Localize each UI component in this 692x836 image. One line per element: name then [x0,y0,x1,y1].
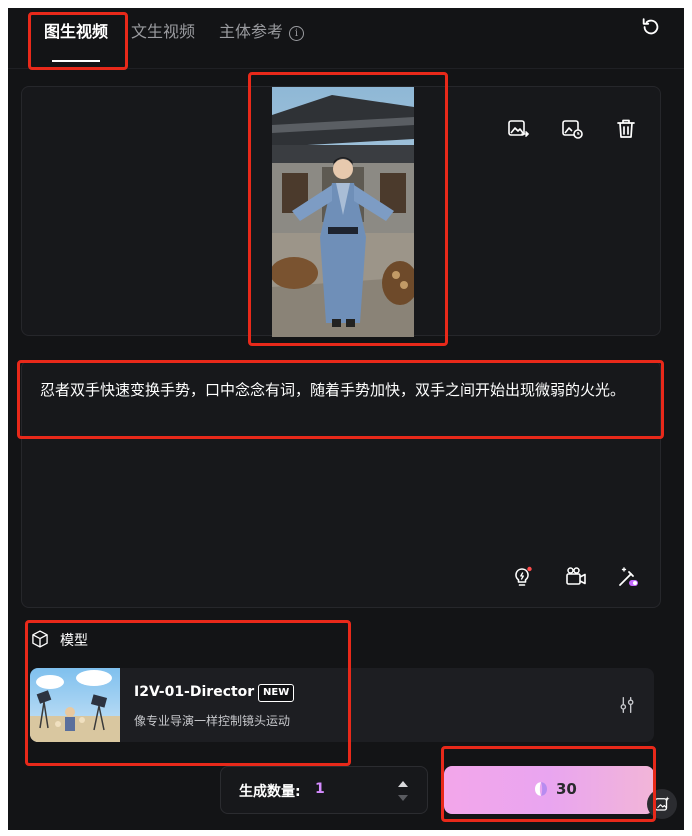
refresh-icon[interactable] [640,16,662,38]
image-upload-card[interactable] [21,86,661,337]
stepper-up-arrow-icon [398,781,408,787]
image-clock-icon[interactable] [560,117,584,141]
tab-subject-reference[interactable]: 主体参考 i [219,18,305,42]
model-selector-card[interactable]: I2V-01-Director NEW 像专业导演一样控制镜头运动 [30,668,654,742]
generation-count-value: 1 [315,781,325,797]
lightbulb-icon[interactable] [510,565,534,589]
model-description: 像专业导演一样控制镜头运动 [134,714,291,728]
tab-subject-reference-label: 主体参考 [219,22,284,41]
tab-text-to-video[interactable]: 文生视频 [131,18,195,42]
tab-image-to-video[interactable]: 图生视频 [44,18,108,42]
image-sparkle-icon [654,796,670,811]
prompt-textarea[interactable]: 忍者双手快速变换手势，口中念念有词，随着手势加快，双手之间开始出现微弱的火光。 [40,375,650,406]
camera-movement-icon[interactable] [564,565,588,589]
stepper-down-arrow-icon [398,795,408,801]
generate-cost: 30 [556,780,577,798]
floating-assistant-button[interactable] [647,789,677,819]
mode-tabs: 图生视频 文生视频 主体参考 i [8,8,684,66]
generation-count-label: 生成数量: [239,784,301,800]
model-name: I2V-01-Director [134,684,255,700]
credit-gem-icon [535,782,547,796]
uploaded-reference-image [272,87,414,337]
trash-icon[interactable] [614,117,638,141]
new-badge: NEW [258,684,295,702]
video-generation-panel: 图生视频 文生视频 主体参考 i 忍者双手快速变换手势，口中念念有词，随着手势加… [8,8,684,830]
prompt-input-card[interactable]: 忍者双手快速变换手势，口中念念有词，随着手势加快，双手之间开始出现微弱的火光。 [21,360,661,608]
cube-icon [32,630,48,648]
magic-wand-icon[interactable] [616,565,640,589]
tabs-divider [8,68,684,69]
active-tab-indicator [52,60,100,62]
generate-button-content: 30 [532,780,577,798]
image-replace-icon[interactable] [506,117,530,141]
generate-button[interactable]: 30 [444,766,654,814]
count-stepper[interactable] [397,777,409,805]
sliders-icon[interactable] [616,694,638,716]
model-section-label: 模型 [60,633,88,649]
info-icon[interactable]: i [289,26,305,41]
model-thumbnail [30,668,120,742]
generation-count-control[interactable]: 生成数量: 1 [220,766,428,814]
